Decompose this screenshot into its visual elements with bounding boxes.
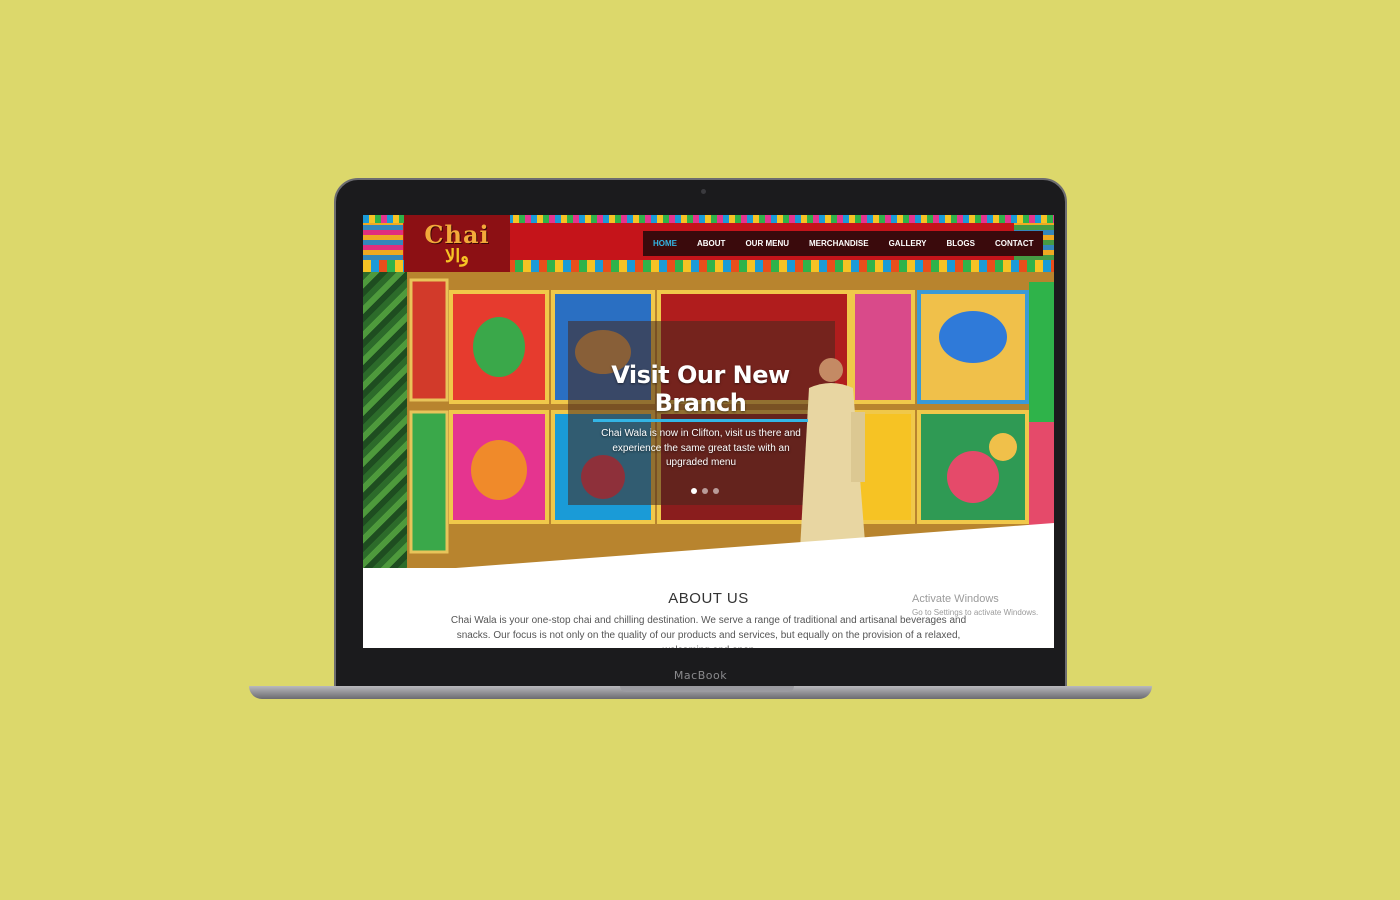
slider-dot-1[interactable] [691, 488, 697, 494]
hero-description: Chai Wala is now in Clifton, visit us th… [601, 428, 801, 468]
hero-title-underline [593, 419, 808, 422]
device-label: MacBook [673, 669, 728, 682]
laptop-base-notch [620, 686, 794, 692]
nav-about[interactable]: ABOUT [687, 231, 735, 256]
website-screen: Chai والا HOME ABOUT OUR MENU MERCHANDIS… [363, 215, 1054, 648]
hero-slider: Visit Our New Branch Chai Wala is now in… [363, 272, 1054, 568]
slider-dot-3[interactable] [713, 488, 719, 494]
site-logo[interactable]: Chai والا [404, 215, 510, 272]
main-nav: HOME ABOUT OUR MENU MERCHANDISE GALLERY … [643, 231, 1044, 256]
logo-sub-text: والا [445, 245, 469, 266]
watermark-title: Activate Windows [912, 593, 999, 605]
camera-icon [701, 189, 706, 194]
slider-dots [691, 488, 719, 494]
laptop-lid: Chai والا HOME ABOUT OUR MENU MERCHANDIS… [334, 178, 1067, 690]
watermark-subtitle: Go to Settings to activate Windows. [912, 608, 1039, 617]
about-text: Chai Wala is your one-stop chai and chil… [450, 615, 967, 648]
nav-our-menu[interactable]: OUR MENU [735, 231, 799, 256]
hero-title: Visit Our New Branch [611, 361, 790, 417]
slider-dot-2[interactable] [702, 488, 708, 494]
ivy-vine-decoration [363, 272, 407, 568]
windows-activation-watermark: Activate Windows Go to Settings to activ… [912, 593, 1038, 617]
nav-home[interactable]: HOME [643, 231, 687, 256]
site-header: Chai والا HOME ABOUT OUR MENU MERCHANDIS… [363, 215, 1054, 272]
nav-merchandise[interactable]: MERCHANDISE [799, 231, 879, 256]
ornament-left [363, 223, 403, 260]
nav-blogs[interactable]: BLOGS [937, 231, 985, 256]
logo-main-text: Chai [424, 219, 490, 249]
nav-gallery[interactable]: GALLERY [879, 231, 937, 256]
nav-contact[interactable]: CONTACT [985, 231, 1044, 256]
